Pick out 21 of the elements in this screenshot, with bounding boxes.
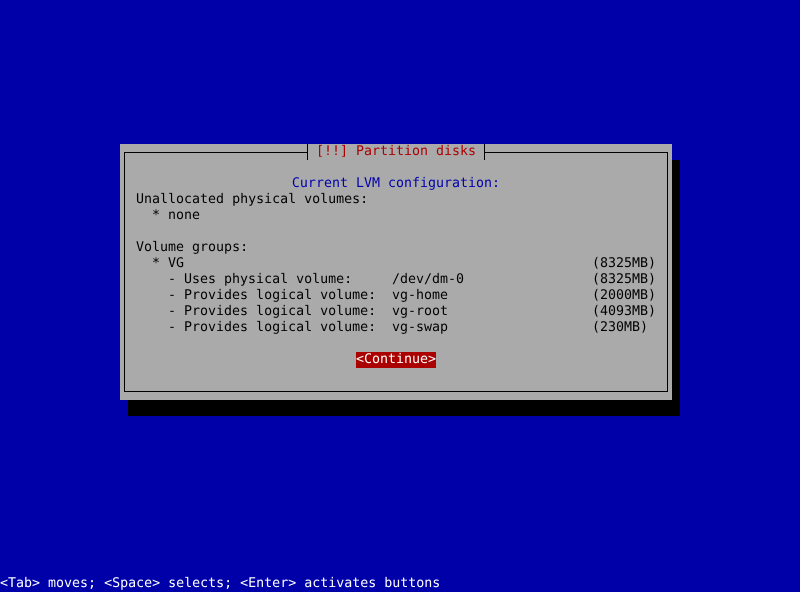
list-item: * none [152,208,200,223]
size-text: (8325MB) [592,256,656,272]
help-text: <Tab> moves; <Space> selects; <Enter> activates buttons [0,576,442,592]
section-label: Unallocated physical volumes: [136,192,368,207]
section-label: Volume groups: [136,240,248,255]
continue-button[interactable]: <Continue> [356,352,436,368]
volume-name: vg-root [392,304,450,320]
volume-name: /dev/dm-0 [392,272,466,288]
size-text: (8325MB) [592,272,656,288]
group-name: * VG [151,256,186,272]
size-text: (4093MB) [592,304,656,320]
dialog-title: [!!] Partition disks [306,144,486,160]
volume-label: - Provides logical volume: [167,320,378,336]
volume-name: vg-swap [392,320,450,336]
volume-name: vg-home [392,288,450,304]
size-text: (230MB) [592,320,650,336]
volume-label: - Provides logical volume: [167,288,378,304]
heading: Current LVM configuration: [290,176,502,192]
volume-label: - Uses physical volume: [167,272,354,288]
volume-label: - Provides logical volume: [167,304,378,320]
size-text: (2000MB) [592,288,656,304]
